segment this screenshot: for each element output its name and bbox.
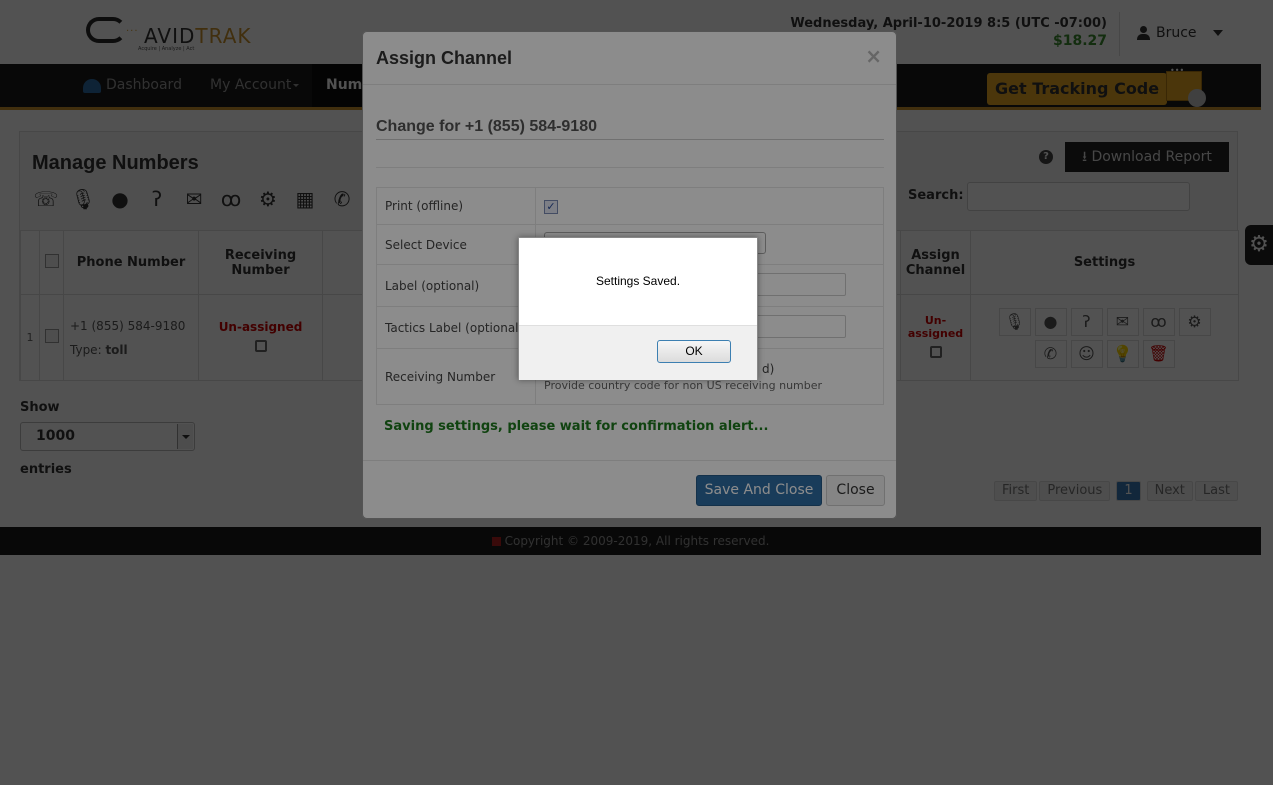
alert-message: Settings Saved.	[595, 274, 681, 288]
alert-footer: OK	[519, 325, 757, 380]
settings-saved-alert: Settings Saved. OK	[518, 237, 758, 380]
ok-button[interactable]: OK	[657, 340, 731, 363]
